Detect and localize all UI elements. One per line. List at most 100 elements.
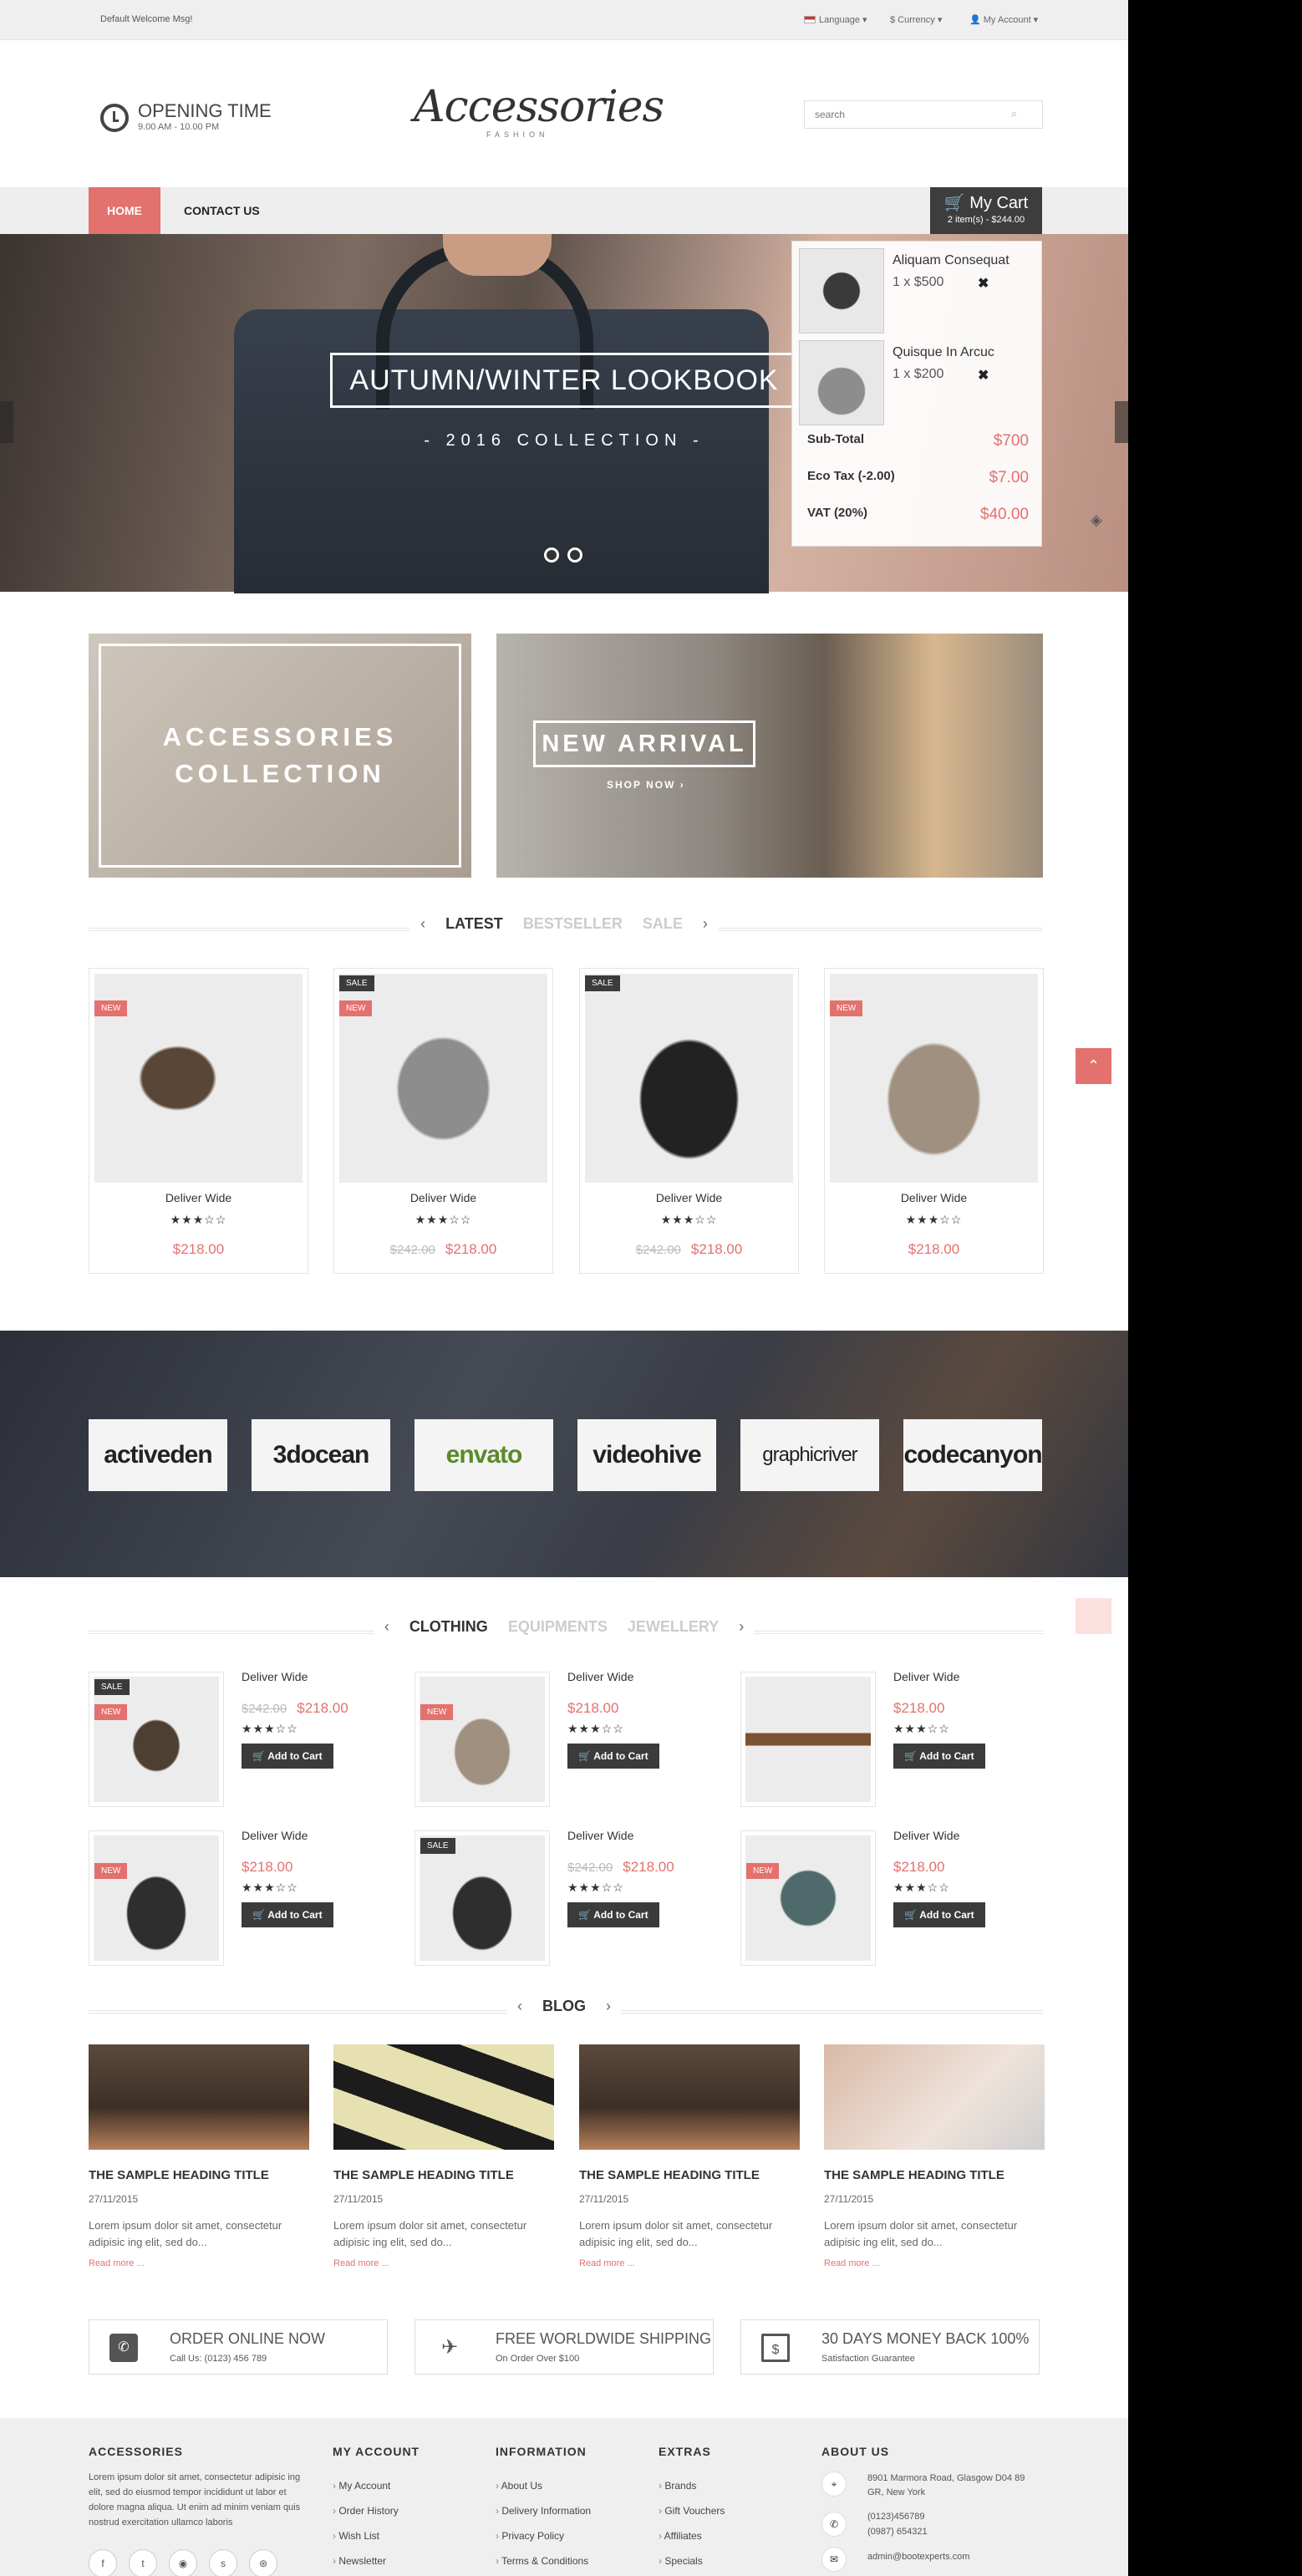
product-card[interactable]: NEW Deliver Wide ★★★☆☆ $218.00 — [89, 968, 308, 1274]
accessories-banner[interactable]: ACCESSORIES COLLECTION — [89, 634, 471, 878]
tab-clothing[interactable]: CLOTHING — [399, 1618, 498, 1636]
cart-item-image[interactable] — [799, 248, 884, 333]
add-to-cart-button[interactable]: 🛒 Add to Cart — [893, 1902, 985, 1927]
product-name[interactable]: Deliver Wide — [580, 1191, 798, 1204]
footer-email[interactable]: admin@bootexperts.com — [867, 2552, 969, 2562]
cart-item-name[interactable]: Quisque In Arcuc — [893, 345, 994, 360]
chevron-left-icon[interactable]: ‹ — [374, 1618, 399, 1636]
slider-dot-1[interactable] — [544, 547, 559, 563]
product-image[interactable] — [585, 974, 793, 1183]
search-icon[interactable]: ⌕ — [1011, 107, 1017, 120]
product-image[interactable] — [745, 1835, 871, 1961]
brand-logo[interactable]: videohive — [577, 1419, 716, 1491]
remove-icon[interactable]: ✖ — [978, 275, 989, 292]
small-product-card[interactable]: SALE NEW — [89, 1672, 224, 1807]
add-to-cart-button[interactable]: 🛒 Add to Cart — [893, 1744, 985, 1769]
small-product-card[interactable]: NEW — [89, 1830, 224, 1966]
add-to-cart-button[interactable]: 🛒 Add to Cart — [567, 1902, 659, 1927]
brand-logo[interactable]: 3docean — [252, 1419, 390, 1491]
scroll-top-button[interactable]: ⌃ — [1076, 1048, 1111, 1084]
small-product-card[interactable]: NEW — [415, 1672, 550, 1807]
footer-link[interactable]: About Us — [496, 2480, 542, 2492]
footer-link[interactable]: Brands — [659, 2480, 696, 2492]
product-name[interactable]: Deliver Wide — [567, 1829, 633, 1842]
rss-icon[interactable]: ◉ — [169, 2549, 197, 2576]
product-image[interactable] — [420, 1677, 545, 1802]
cart-item-image[interactable] — [799, 340, 884, 425]
dribbble-icon[interactable]: ⊛ — [249, 2549, 277, 2576]
blog-image[interactable] — [579, 2044, 800, 2150]
product-name[interactable]: Deliver Wide — [334, 1191, 552, 1204]
slider-dot-2[interactable] — [567, 547, 582, 563]
footer-link[interactable]: My Account — [333, 2480, 390, 2492]
language-dropdown[interactable]: Language ▾ — [804, 14, 867, 25]
shop-now-link[interactable]: SHOP NOW › — [607, 779, 685, 791]
add-to-cart-button[interactable]: 🛒 Add to Cart — [242, 1744, 333, 1769]
product-name[interactable]: Deliver Wide — [242, 1829, 308, 1842]
tab-latest[interactable]: LATEST — [435, 915, 513, 933]
blog-post-title[interactable]: THE SAMPLE HEADING TITLE — [824, 2168, 1004, 2182]
cart-button[interactable]: 🛒 My Cart 2 item(s) - $244.00 — [930, 187, 1042, 234]
facebook-icon[interactable]: f — [89, 2549, 117, 2576]
chevron-left-icon[interactable]: ‹ — [507, 1998, 532, 2015]
product-name[interactable]: Deliver Wide — [242, 1670, 308, 1683]
footer-link[interactable]: Delivery Information — [496, 2505, 591, 2517]
add-to-cart-button[interactable]: 🛒 Add to Cart — [567, 1744, 659, 1769]
blog-image[interactable] — [824, 2044, 1045, 2150]
search-input[interactable] — [804, 100, 1043, 129]
read-more-link[interactable]: Read more ... — [89, 2258, 145, 2268]
product-name[interactable]: Deliver Wide — [825, 1191, 1043, 1204]
footer-link[interactable]: Affiliates — [659, 2530, 702, 2542]
chevron-left-icon[interactable]: ‹ — [410, 915, 436, 933]
remove-icon[interactable]: ✖ — [978, 367, 989, 384]
tab-bestseller[interactable]: BESTSELLER — [512, 915, 633, 933]
add-to-cart-button[interactable]: 🛒 Add to Cart — [242, 1902, 333, 1927]
footer-link[interactable]: Privacy Policy — [496, 2530, 564, 2542]
blog-post-title[interactable]: THE SAMPLE HEADING TITLE — [89, 2168, 269, 2182]
slider-prev-arrow[interactable] — [0, 401, 13, 443]
product-card[interactable]: NEW Deliver Wide ★★★☆☆ $218.00 — [824, 968, 1044, 1274]
footer-link[interactable]: Wish List — [333, 2530, 379, 2542]
tab-sale[interactable]: SALE — [632, 915, 693, 933]
nav-home[interactable]: HOME — [89, 187, 160, 234]
account-dropdown[interactable]: 👤 My Account ▾ — [969, 14, 1038, 25]
product-image[interactable] — [745, 1677, 871, 1802]
product-name[interactable]: Deliver Wide — [893, 1829, 959, 1842]
blog-image[interactable] — [89, 2044, 309, 2150]
product-image[interactable] — [94, 1835, 219, 1961]
product-image[interactable] — [94, 1677, 219, 1802]
product-card[interactable]: SALE NEW Deliver Wide ★★★☆☆ $242.00 $218.… — [333, 968, 553, 1274]
product-image[interactable] — [420, 1835, 545, 1961]
new-arrival-banner[interactable]: NEW ARRIVAL SHOP NOW › — [496, 634, 1043, 878]
blog-post-title[interactable]: THE SAMPLE HEADING TITLE — [333, 2168, 514, 2182]
chevron-right-icon[interactable]: › — [729, 1618, 755, 1636]
read-more-link[interactable]: Read more ... — [579, 2258, 635, 2268]
tab-jewellery[interactable]: JEWELLERY — [617, 1618, 730, 1636]
product-name[interactable]: Deliver Wide — [893, 1670, 959, 1683]
nav-contact[interactable]: CONTACT US — [165, 187, 278, 234]
product-name[interactable]: Deliver Wide — [89, 1191, 308, 1204]
blog-image[interactable] — [333, 2044, 554, 2150]
footer-link[interactable]: Newsletter — [333, 2555, 386, 2567]
skype-icon[interactable]: s — [209, 2549, 237, 2576]
read-more-link[interactable]: Read more ... — [333, 2258, 389, 2268]
small-product-card[interactable]: NEW — [740, 1830, 876, 1966]
brand-logo[interactable]: graphicriver — [740, 1419, 879, 1491]
blog-post-title[interactable]: THE SAMPLE HEADING TITLE — [579, 2168, 760, 2182]
footer-link[interactable]: Gift Vouchers — [659, 2505, 725, 2517]
small-product-card[interactable]: SALE — [415, 1830, 550, 1966]
brand-logo[interactable]: codecanyon — [903, 1419, 1043, 1491]
twitter-icon[interactable]: t — [129, 2549, 157, 2576]
logo[interactable]: Accessories — [414, 82, 664, 132]
small-product-card[interactable] — [740, 1672, 876, 1807]
product-name[interactable]: Deliver Wide — [567, 1670, 633, 1683]
footer-link[interactable]: Terms & Conditions — [496, 2555, 588, 2567]
product-card[interactable]: SALE Deliver Wide ★★★☆☆ $242.00 $218.00 — [579, 968, 799, 1274]
read-more-link[interactable]: Read more ... — [824, 2258, 880, 2268]
brand-logo[interactable]: envato — [415, 1419, 553, 1491]
footer-link[interactable]: Order History — [333, 2505, 398, 2517]
currency-dropdown[interactable]: $ Currency ▾ — [890, 14, 942, 25]
slider-next-arrow[interactable] — [1115, 401, 1128, 443]
tab-equipments[interactable]: EQUIPMENTS — [497, 1618, 618, 1636]
chevron-right-icon[interactable]: › — [596, 1998, 621, 2015]
